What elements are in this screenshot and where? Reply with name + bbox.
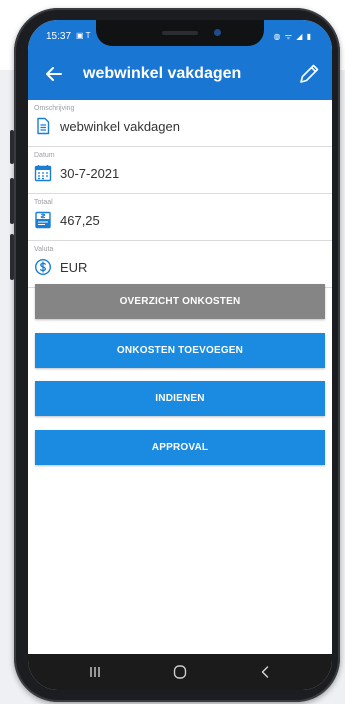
approval-button[interactable]: APPROVAL — [35, 430, 325, 465]
pencil-edit-icon[interactable] — [296, 61, 322, 87]
status-time: 15:37 — [46, 31, 72, 42]
calendar-icon — [34, 165, 52, 182]
phone-side-button — [10, 234, 14, 280]
document-icon — [37, 117, 50, 135]
add-expenses-button[interactable]: ONKOSTEN TOEVOEGEN — [35, 333, 325, 368]
home-icon[interactable] — [171, 663, 189, 681]
phone-side-button — [10, 130, 14, 164]
phone-screen: 15:37 ▣ T ◍ ᯤ ◢ ▮ webwinkel vakdagen Oms… — [28, 20, 332, 690]
camera-notch — [96, 20, 264, 46]
top-bar: 15:37 ▣ T ◍ ᯤ ◢ ▮ webwinkel vakdagen — [28, 20, 332, 100]
field-date[interactable]: Datum 30-7-2021 — [28, 147, 332, 194]
status-right-icons: ◍ ᯤ ◢ ▮ — [273, 32, 312, 41]
field-total[interactable]: Totaal 467,25 — [28, 194, 332, 241]
phone-side-button — [10, 178, 14, 224]
field-description[interactable]: Omschrijving webwinkel vakdagen — [28, 100, 332, 147]
total-value: 467,25 — [60, 213, 100, 228]
recent-apps-icon[interactable] — [86, 663, 104, 681]
field-label: Datum — [34, 152, 55, 159]
app-bar: webwinkel vakdagen — [28, 50, 332, 100]
stage: 15:37 ▣ T ◍ ᯤ ◢ ▮ webwinkel vakdagen Oms… — [0, 0, 345, 704]
field-currency[interactable]: Valuta EUR — [28, 241, 332, 288]
currency-value: EUR — [60, 260, 88, 275]
page-title: webwinkel vakdagen — [83, 65, 242, 82]
field-label: Valuta — [34, 246, 54, 253]
back-icon[interactable] — [256, 663, 274, 681]
system-navigation-bar — [28, 654, 332, 690]
field-label: Totaal — [34, 199, 53, 206]
expense-form: Omschrijving webwinkel vakdagen Datum 30… — [28, 100, 332, 288]
speaker-grille — [162, 31, 198, 35]
front-camera — [214, 29, 221, 36]
status-left-icons: ▣ T — [76, 31, 91, 40]
dollar-icon — [34, 258, 52, 276]
description-value: webwinkel vakdagen — [60, 119, 180, 134]
overview-expenses-button[interactable]: OVERZICHT ONKOSTEN — [35, 284, 325, 319]
submit-button[interactable]: INDIENEN — [35, 381, 325, 416]
receipt-icon — [35, 211, 51, 229]
back-arrow-icon[interactable] — [42, 62, 66, 86]
date-value: 30-7-2021 — [60, 166, 120, 181]
field-label: Omschrijving — [34, 105, 75, 112]
